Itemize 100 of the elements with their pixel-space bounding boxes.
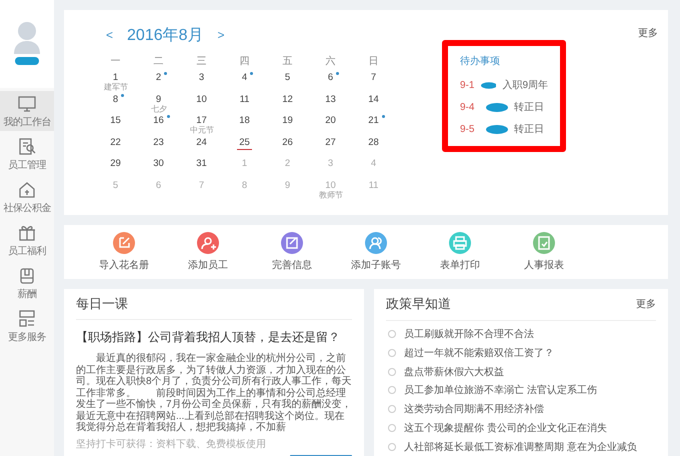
document-search-icon bbox=[17, 136, 37, 156]
shortcut-printer-icon[interactable] bbox=[449, 232, 471, 254]
todo-date: 9-4 bbox=[460, 102, 476, 112]
card-title: 政策早知道 bbox=[386, 295, 451, 314]
redaction-mark bbox=[486, 124, 508, 134]
layout-icon bbox=[17, 308, 37, 328]
shortcut-label[interactable]: 导入花名册 bbox=[99, 258, 149, 272]
bullet-icon bbox=[388, 442, 396, 451]
month-title: 2016年8月 bbox=[127, 26, 204, 46]
news-link[interactable]: 盘点带薪休假六大权益 bbox=[404, 364, 504, 379]
house-icon bbox=[17, 180, 37, 198]
weekday-label: 一 bbox=[110, 55, 122, 69]
todo-text: 转正日 bbox=[514, 101, 544, 114]
calendar-day[interactable]: 28 bbox=[368, 136, 379, 148]
todo-date: 9-5 bbox=[460, 124, 476, 134]
news-link[interactable]: 人社部将延长最低工资标准调整周期 意在为企业减负 bbox=[404, 440, 637, 454]
news-link[interactable]: 这类劳动合同期满不用经济补偿 bbox=[404, 402, 544, 416]
monitor-icon bbox=[17, 94, 37, 112]
shortcut-edit-icon[interactable] bbox=[281, 232, 303, 254]
shortcut-label[interactable]: 添加子账号 bbox=[351, 258, 401, 272]
news-link[interactable]: 员工参加单位旅游不幸溺亡 法官认定系工伤 bbox=[404, 383, 597, 398]
weekday-label: 四 bbox=[238, 55, 250, 69]
sidebar-item[interactable]: 更多服务 bbox=[0, 306, 54, 346]
calendar-day[interactable]: 9 bbox=[156, 94, 162, 106]
more-link[interactable]: 更多 bbox=[638, 26, 658, 40]
holiday-label: 七夕 bbox=[150, 106, 166, 114]
news-link[interactable]: 超过一年就不能索赔双倍工资了？ bbox=[404, 346, 554, 360]
shortcut-add-person-icon[interactable] bbox=[197, 232, 219, 254]
card-title: 每日一课 bbox=[76, 289, 352, 320]
holiday-label: 中元节 bbox=[190, 127, 214, 135]
calendar-day[interactable]: 4 bbox=[242, 72, 248, 84]
calendar-day[interactable]: 20 bbox=[325, 115, 336, 127]
bullet-icon bbox=[388, 424, 396, 432]
calendar-day[interactable]: 17 bbox=[196, 115, 207, 127]
calendar-day[interactable]: 15 bbox=[110, 115, 121, 127]
calendar-day[interactable]: 10 bbox=[196, 94, 207, 106]
weekday-label: 二 bbox=[152, 55, 164, 69]
sidebar-item[interactable]: 员工福利 bbox=[0, 220, 54, 260]
weekday-label: 五 bbox=[282, 55, 294, 69]
bullet-icon bbox=[388, 405, 396, 414]
calendar-day[interactable]: 16 bbox=[153, 115, 164, 127]
calendar-day[interactable]: 18 bbox=[239, 115, 250, 127]
shortcut-import-icon[interactable] bbox=[113, 232, 135, 254]
todo-text: 入职9周年 bbox=[502, 78, 548, 92]
weekday-label: 三 bbox=[196, 55, 208, 69]
previous-month-button[interactable]: < bbox=[106, 28, 114, 42]
avatar-icon bbox=[12, 20, 42, 54]
weekday-label: 六 bbox=[324, 54, 336, 69]
shortcut-report-icon[interactable] bbox=[533, 232, 555, 254]
todo-text: 转正日 bbox=[514, 123, 544, 136]
article-headline[interactable]: 【职场指路】公司背着我招人顶替，是去还是留？ bbox=[76, 329, 340, 345]
todo-title: 待办事项 bbox=[460, 54, 501, 68]
next-month-button[interactable]: > bbox=[218, 28, 225, 42]
calendar-day[interactable]: 26 bbox=[282, 136, 293, 148]
sidebar-item[interactable]: 社保公积金 bbox=[0, 177, 54, 217]
calendar-day[interactable]: 29 bbox=[110, 158, 121, 170]
calendar-day[interactable]: 12 bbox=[282, 94, 293, 106]
calendar-day[interactable]: 22 bbox=[110, 136, 121, 148]
calendar-day[interactable]: 8 bbox=[112, 94, 118, 106]
more-link[interactable]: 更多 bbox=[636, 297, 656, 312]
calendar-day[interactable]: 24 bbox=[196, 136, 207, 148]
article-excerpt: 最近真的很郁闷，我在一家金融企业的杭州分公司，之前的工作主要是行政居多，为了转做人力资源，才加入现在的公司。现在入职快8个月了，负责分公司所有行政人事工作，每天工作非常多。 前段时间因为工作上的事情和分公司总经理发生了一些不愉快，7月份公司全员保薪，只有我的薪酬没变，最近无意中在招聘网站...上看到总部在招聘我这个岗位。现在我觉得分总在背着我招人，想把我搞掉，不加薪 bbox=[76, 353, 352, 434]
calendar-day[interactable]: 23 bbox=[153, 136, 164, 148]
news-link[interactable]: 员工刷贩就开除不合理不合法 bbox=[404, 327, 534, 342]
bullet-icon bbox=[388, 368, 396, 376]
shortcut-people-icon[interactable] bbox=[365, 232, 387, 254]
todo-date: 9-1 bbox=[460, 80, 474, 90]
sidebar-item[interactable]: 员工管理 bbox=[0, 134, 54, 174]
news-link[interactable]: 这五个现象提醒你 贵公司的企业文化正在消失 bbox=[404, 420, 607, 435]
shortcut-label[interactable]: 人事报表 bbox=[524, 258, 564, 272]
hint-text: 坚持打卡可获得：资料下载、免费模板使用 bbox=[76, 438, 267, 450]
redaction-mark bbox=[486, 102, 508, 112]
calendar-day[interactable]: 3 bbox=[198, 72, 204, 84]
holiday-label: 教师节 bbox=[318, 192, 342, 200]
calendar-day[interactable]: 13 bbox=[325, 94, 336, 106]
calendar-day[interactable]: 25 bbox=[237, 136, 252, 150]
calendar-day[interactable]: 1 bbox=[112, 72, 118, 84]
bullet-icon bbox=[388, 330, 396, 338]
calendar-day[interactable]: 27 bbox=[325, 136, 336, 148]
weekday-label: 日 bbox=[368, 55, 380, 69]
calendar-day[interactable]: 31 bbox=[196, 158, 207, 170]
calendar-day[interactable]: 11 bbox=[240, 94, 250, 106]
calendar-day[interactable]: 21 bbox=[368, 115, 379, 127]
calendar-day[interactable]: 14 bbox=[368, 94, 379, 106]
calendar-day[interactable]: 5 bbox=[284, 72, 290, 84]
bullet-icon bbox=[388, 386, 396, 394]
redaction-mark bbox=[480, 80, 496, 90]
shortcut-label[interactable]: 完善信息 bbox=[272, 258, 312, 272]
sidebar-item[interactable]: 薪酬 bbox=[0, 263, 54, 303]
holiday-label: 建军节 bbox=[104, 84, 128, 92]
shortcut-label[interactable]: 表单打印 bbox=[440, 258, 480, 272]
calendar-day[interactable]: 7 bbox=[370, 72, 376, 84]
calendar-day[interactable]: 19 bbox=[282, 115, 293, 127]
bullet-icon bbox=[388, 348, 396, 357]
calendar-day[interactable]: 6 bbox=[328, 72, 334, 84]
sidebar-item[interactable]: 我的工作台 bbox=[0, 91, 54, 131]
shortcut-label[interactable]: 添加员工 bbox=[188, 258, 228, 272]
redaction-mark bbox=[15, 57, 39, 65]
calendar-day[interactable]: 2 bbox=[156, 72, 162, 84]
calendar-day[interactable]: 30 bbox=[153, 158, 164, 170]
